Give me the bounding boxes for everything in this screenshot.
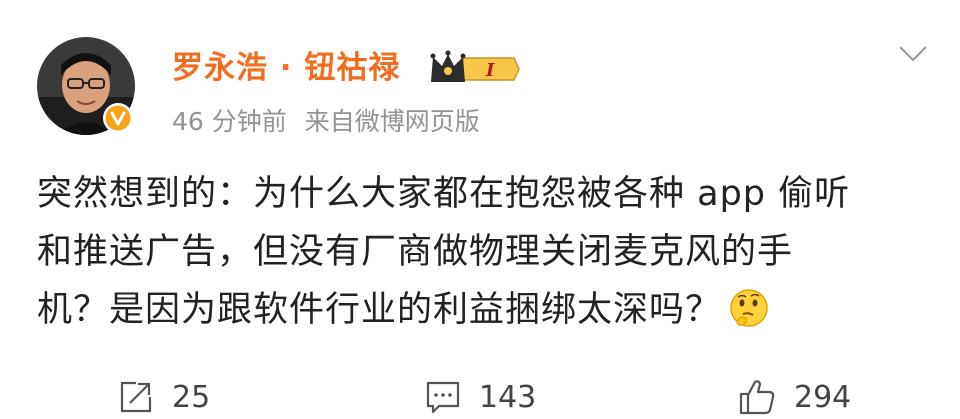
chevron-down-icon[interactable]	[898, 44, 928, 64]
post-timestamp[interactable]: 46 分钟前	[172, 107, 287, 136]
thumbs-up-icon	[739, 380, 775, 415]
post-content: 突然想到的：为什么大家都在抱怨被各种 app 偷听 和推送广告，但没有厂商做物理…	[37, 165, 917, 339]
content-line-text: 机？是因为跟软件行业的利益捆绑太深吗？	[37, 290, 722, 330]
comment-button[interactable]: 143	[425, 375, 536, 419]
repost-button[interactable]: 25	[118, 375, 210, 419]
comment-bubble-icon	[426, 381, 460, 414]
repost-count: 25	[172, 379, 211, 415]
content-line-last: 机？是因为跟软件行业的利益捆绑太深吗？	[37, 281, 917, 339]
weibo-post-card: 罗永浩 · 钮祜禄 I 46 分钟前 来自微博网页版 突然想到的：为什么大家都在抱…	[0, 0, 960, 419]
vip-level-label: I	[485, 60, 495, 81]
thinking-face-icon	[727, 287, 771, 331]
action-bar: 25 143 294	[0, 375, 960, 419]
author-name[interactable]: 罗永浩 · 钮祜禄	[172, 42, 400, 87]
like-button[interactable]: 294	[738, 375, 851, 419]
content-line: 突然想到的：为什么大家都在抱怨被各种 app 偷听	[37, 174, 851, 214]
content-line: 和推送广告，但没有厂商做物理关闭麦克风的手	[37, 232, 794, 272]
repost-share-icon	[120, 381, 152, 413]
crown-vip-badge-icon[interactable]: I	[428, 49, 520, 89]
like-count: 294	[794, 379, 852, 415]
post-meta: 46 分钟前 来自微博网页版	[172, 102, 480, 138]
verified-v-badge-icon	[102, 102, 134, 134]
comment-count: 143	[479, 379, 537, 415]
post-source: 来自微博网页版	[304, 107, 480, 136]
